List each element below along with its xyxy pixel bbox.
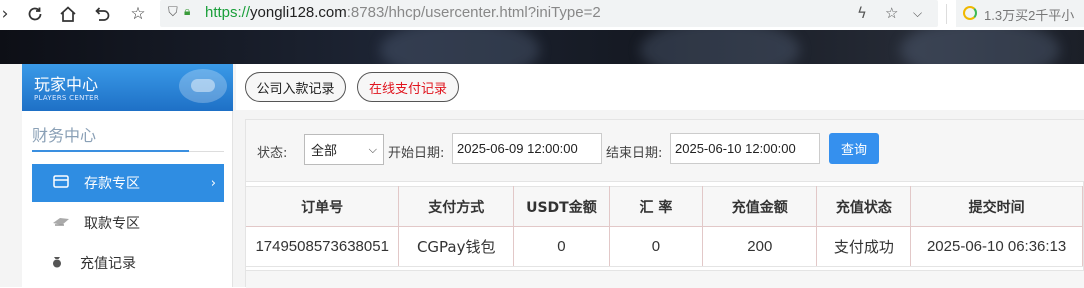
tab-company-deposit[interactable]: 公司入款记录 bbox=[245, 72, 346, 102]
sidebar-header: 玩家中心 PLAYERS CENTER bbox=[22, 64, 233, 111]
column-header-usdt-amount: USDT金额 bbox=[513, 186, 610, 227]
end-date-input[interactable]: 2025-06-10 12:00:00 bbox=[670, 133, 820, 164]
column-header-submit-time: 提交时间 bbox=[910, 186, 1083, 227]
bookmark-star-icon[interactable]: ☆ bbox=[127, 3, 149, 25]
column-header-recharge-status: 充值状态 bbox=[816, 186, 912, 227]
column-header-payment-method: 支付方式 bbox=[398, 186, 515, 227]
table-row: 1749508573638051 CGPay钱包 0 0 200 支付成功 20… bbox=[246, 226, 1083, 267]
sidebar: 玩家中心 PLAYERS CENTER 财务中心 存款专区 › 取款专区 充值记… bbox=[22, 64, 233, 287]
records-panel: 状态: 全部 ⌵ 开始日期: 2025-06-09 12:00:00 结束日期:… bbox=[245, 119, 1084, 288]
record-tabs: 公司入款记录 在线支付记录 bbox=[236, 64, 1084, 110]
chevron-right-icon: › bbox=[210, 175, 216, 191]
toolbar-divider bbox=[946, 4, 947, 24]
column-header-recharge-amount: 充值金额 bbox=[702, 186, 818, 227]
start-date-input[interactable]: 2025-06-09 12:00:00 bbox=[452, 133, 602, 164]
status-select[interactable]: 全部 ⌵ bbox=[304, 134, 384, 165]
sidebar-header-subtitle: PLAYERS CENTER bbox=[34, 94, 100, 102]
gamepad-icon bbox=[179, 69, 227, 103]
url-protocol: https:// bbox=[205, 4, 251, 21]
query-button[interactable]: 查询 bbox=[829, 133, 879, 164]
search-logo-icon bbox=[963, 6, 977, 20]
cell-usdt-amount: 0 bbox=[513, 226, 610, 267]
card-icon bbox=[50, 174, 72, 192]
favorite-icon[interactable]: ☆ bbox=[885, 4, 898, 22]
address-bar[interactable]: ⛉ 🔒︎ https://yongli128.com:8783/hhcp/use… bbox=[160, 0, 938, 27]
lock-icon: 🔒︎ bbox=[184, 4, 191, 18]
sidebar-item-label: 存款专区 bbox=[84, 176, 140, 192]
section-divider bbox=[189, 151, 224, 152]
sidebar-item-label: 充值记录 bbox=[80, 256, 136, 272]
chevron-down-icon: ⌵ bbox=[368, 143, 377, 156]
cell-submit-time: 2025-06-10 06:36:13 bbox=[910, 226, 1083, 267]
sidebar-item-recharge-records[interactable]: 充值记录 bbox=[32, 244, 224, 282]
shield-icon: ⛉ bbox=[168, 5, 178, 20]
money-icon bbox=[50, 215, 72, 231]
pagination-area bbox=[246, 270, 1084, 288]
bag-icon bbox=[46, 254, 68, 272]
status-label: 状态: bbox=[257, 146, 288, 161]
payment-records-table: 订单号 支付方式 USDT金额 汇 率 充值金额 充值状态 提交时间 17495… bbox=[246, 186, 1083, 267]
cell-recharge-amount: 200 bbox=[702, 226, 818, 267]
end-date-label: 结束日期: bbox=[606, 146, 663, 161]
section-underline bbox=[32, 150, 189, 152]
sidebar-item-label: 取款专区 bbox=[84, 216, 140, 232]
undo-icon[interactable] bbox=[91, 3, 113, 25]
reload-icon[interactable] bbox=[24, 3, 46, 25]
column-header-exchange-rate: 汇 率 bbox=[609, 186, 704, 227]
chevron-down-icon[interactable]: ⌵ bbox=[913, 6, 922, 21]
home-icon[interactable] bbox=[57, 3, 79, 25]
cell-exchange-rate: 0 bbox=[609, 226, 704, 267]
cell-payment-method: CGPay钱包 bbox=[398, 226, 515, 267]
filter-bar: 状态: 全部 ⌵ 开始日期: 2025-06-09 12:00:00 结束日期:… bbox=[246, 120, 1084, 182]
sidebar-item-deposit[interactable]: 存款专区 › bbox=[32, 164, 224, 202]
site-banner bbox=[0, 30, 1084, 64]
forward-icon[interactable]: › bbox=[0, 3, 16, 25]
browser-toolbar: › ☆ ⛉ 🔒︎ https://yongli128.com:8783/hhcp… bbox=[0, 0, 1084, 30]
url-host: yongli128.com bbox=[250, 4, 347, 21]
main-content: 公司入款记录 在线支付记录 状态: 全部 ⌵ 开始日期: 2025-06-09 … bbox=[236, 64, 1084, 288]
user-center-page: 玩家中心 PLAYERS CENTER 财务中心 存款专区 › 取款专区 充值记… bbox=[0, 64, 1084, 288]
search-suggestion-text: 1.3万买2千平小 bbox=[984, 8, 1075, 23]
tab-online-payment[interactable]: 在线支付记录 bbox=[357, 72, 459, 102]
url-text[interactable]: https://yongli128.com:8783/hhcp/usercent… bbox=[205, 4, 601, 21]
search-suggestion-box[interactable]: 1.3万买2千平小 bbox=[956, 0, 1084, 27]
status-select-value: 全部 bbox=[311, 144, 338, 159]
url-path: :8783/hhcp/usercenter.html?iniType=2 bbox=[346, 4, 601, 21]
cell-recharge-status: 支付成功 bbox=[816, 226, 912, 267]
table-header-row: 订单号 支付方式 USDT金额 汇 率 充值金额 充值状态 提交时间 bbox=[246, 186, 1083, 227]
cell-order-id: 1749508573638051 bbox=[246, 226, 400, 267]
column-header-order-id: 订单号 bbox=[246, 186, 400, 227]
sidebar-header-title: 玩家中心 bbox=[34, 75, 99, 94]
start-date-label: 开始日期: bbox=[388, 146, 445, 161]
sidebar-item-withdraw[interactable]: 取款专区 bbox=[32, 204, 224, 242]
lightning-icon[interactable]: ϟ bbox=[857, 4, 867, 22]
section-title: 财务中心 bbox=[32, 126, 97, 145]
